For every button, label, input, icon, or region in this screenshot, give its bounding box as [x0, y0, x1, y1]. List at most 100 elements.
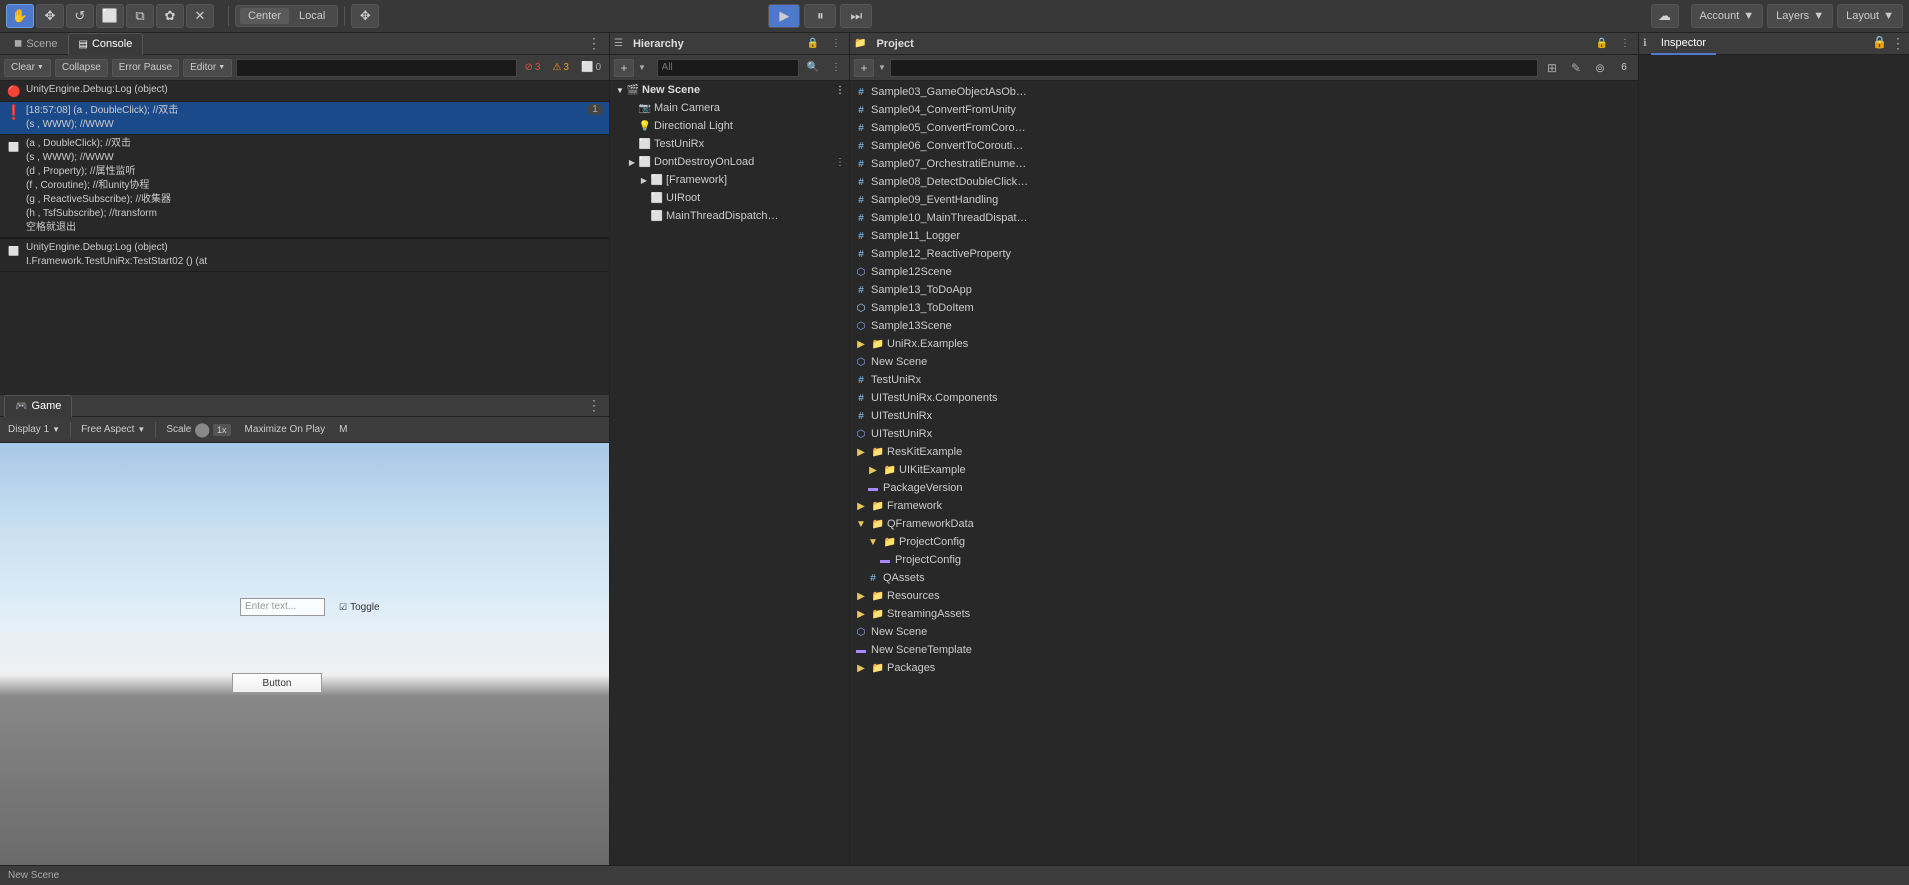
- game-ui-input[interactable]: Enter text...: [240, 598, 325, 616]
- dontdestroy-more[interactable]: ⋮: [835, 157, 845, 168]
- proj-item-packages[interactable]: ▶ 📁 Packages: [850, 659, 1638, 677]
- proj-item-qassets[interactable]: # QAssets: [850, 569, 1638, 587]
- proj-item-uitestuniRxComp[interactable]: # UITestUniRx.Components: [850, 389, 1638, 407]
- display-selector[interactable]: Display 1 ▼: [4, 422, 64, 437]
- tree-item-testuniRx[interactable]: ⬜ TestUniRx: [610, 135, 849, 153]
- scale-tool[interactable]: ⬜: [96, 4, 124, 28]
- rotate-tool[interactable]: ↺: [66, 4, 94, 28]
- layout-dropdown[interactable]: Layout ▼: [1837, 4, 1903, 28]
- proj-item-newscene2[interactable]: ⬡ New Scene: [850, 623, 1638, 641]
- hand-tool[interactable]: ✋: [6, 4, 34, 28]
- tree-item-dirlight[interactable]: 💡 Directional Light: [610, 117, 849, 135]
- tree-item-dontdestroy[interactable]: ▶ ⬜ DontDestroyOnLoad ⋮: [610, 153, 849, 171]
- play-button[interactable]: ▶: [768, 4, 800, 28]
- proj-item-framework-folder[interactable]: ▶ 📁 Framework: [850, 497, 1638, 515]
- tree-item-newscene[interactable]: ▼ 🎬 New Scene ⋮: [610, 81, 849, 99]
- console-log-item-2[interactable]: ⬜ UnityEngine.Debug:Log (object) I.Frame…: [0, 239, 609, 272]
- proj-item-sample04[interactable]: # Sample04_ConvertFromUnity: [850, 101, 1638, 119]
- editor-button[interactable]: Editor: [183, 59, 232, 77]
- proj-item-projectconfig-so[interactable]: ▬ ProjectConfig: [850, 551, 1638, 569]
- clear-button[interactable]: Clear: [4, 59, 51, 77]
- center-btn[interactable]: Center: [240, 8, 289, 24]
- collapse-button[interactable]: Collapse: [55, 59, 108, 77]
- inspector-lock-icon[interactable]: 🔒: [1872, 35, 1887, 52]
- tab-game[interactable]: 🎮 Game: [4, 395, 72, 417]
- layers-dropdown[interactable]: Layers ▼: [1767, 4, 1833, 28]
- project-search-input[interactable]: [890, 59, 1538, 77]
- proj-item-uitestuniRx-scene[interactable]: ⬡ UITestUniRx: [850, 425, 1638, 443]
- project-add-btn[interactable]: +: [854, 59, 874, 77]
- custom-tool[interactable]: ✕: [186, 4, 214, 28]
- proj-item-sample07[interactable]: # Sample07_OrchestratiEnume…: [850, 155, 1638, 173]
- proj-item-reskitex[interactable]: ▶ 📁 ResKitExample: [850, 443, 1638, 461]
- console-log-item[interactable]: ⬜ (a , DoubleClick); //双击 (s , WWW); //W…: [0, 135, 609, 238]
- proj-item-sample09[interactable]: # Sample09_EventHandling: [850, 191, 1638, 209]
- proj-item-projectconfig-folder[interactable]: ▼ 📁 ProjectConfig: [850, 533, 1638, 551]
- proj-icon-1[interactable]: ⊞: [1542, 59, 1562, 77]
- hierarchy-search-input[interactable]: [657, 59, 799, 77]
- hier-search-icon[interactable]: 🔍: [803, 62, 823, 73]
- proj-item-sample06[interactable]: # Sample06_ConvertToCorouti…: [850, 137, 1638, 155]
- proj-item-sample03[interactable]: # Sample03_GameObjectAsOb…: [850, 83, 1638, 101]
- error-pause-button[interactable]: Error Pause: [112, 59, 179, 77]
- tab-inspector[interactable]: Inspector: [1651, 33, 1716, 55]
- proj-item-newscenetemplate[interactable]: ▬ New SceneTemplate: [850, 641, 1638, 659]
- proj-item-resources[interactable]: ▶ 📁 Resources: [850, 587, 1638, 605]
- proj-item-sample13scene[interactable]: ⬡ Sample13Scene: [850, 317, 1638, 335]
- proj-item-sample05[interactable]: # Sample05_ConvertFromCoro…: [850, 119, 1638, 137]
- console-item-selected[interactable]: ❗ [18:57:08] (a , DoubleClick); //双击 (s …: [0, 102, 609, 135]
- console-item[interactable]: 🔴 UnityEngine.Debug:Log (object): [0, 81, 609, 102]
- proj-item-sample13todo[interactable]: # Sample13_ToDoApp: [850, 281, 1638, 299]
- rect-tool[interactable]: ⧉: [126, 4, 154, 28]
- tree-item-mainthreaddispatch[interactable]: ⬜ MainThreadDispatch…: [610, 207, 849, 225]
- proj-item-uikitex[interactable]: ▶ 📁 UIKitExample: [850, 461, 1638, 479]
- game-tabs-more[interactable]: ⋮: [583, 397, 605, 414]
- tree-item-uiroot[interactable]: ⬜ UIRoot: [610, 189, 849, 207]
- custom-tool-2[interactable]: ✥: [351, 4, 379, 28]
- local-btn[interactable]: Local: [291, 8, 333, 24]
- mute-btn[interactable]: M: [335, 422, 351, 437]
- game-ui-toggle[interactable]: ☑ Toggle: [335, 598, 400, 616]
- proj-item-testuniRx-proj[interactable]: # TestUniRx: [850, 371, 1638, 389]
- proj-item-unirxex[interactable]: ▶ 📁 UniRx.Examples: [850, 335, 1638, 353]
- proj-icon-3[interactable]: ⊚: [1590, 59, 1610, 77]
- proj-icon-2[interactable]: ✎: [1566, 59, 1586, 77]
- project-more-btn[interactable]: ⋮: [1616, 38, 1634, 49]
- proj-item-sample11[interactable]: # Sample11_Logger: [850, 227, 1638, 245]
- aspect-selector[interactable]: Free Aspect ▼: [77, 422, 149, 437]
- proj-item-uitestuniRx-script[interactable]: # UITestUniRx: [850, 407, 1638, 425]
- hierarchy-add-btn[interactable]: +: [614, 59, 634, 77]
- scene-more-btn[interactable]: ⋮: [835, 85, 845, 96]
- proj-item-newscene1[interactable]: ⬡ New Scene: [850, 353, 1638, 371]
- hierarchy-lock-btn[interactable]: 🔒: [803, 38, 823, 49]
- tree-item-framework[interactable]: ▶ ⬜ [Framework]: [610, 171, 849, 189]
- hierarchy-more-btn[interactable]: ⋮: [827, 38, 845, 49]
- maximize-btn[interactable]: Maximize On Play: [241, 422, 330, 437]
- hier-add-arrow[interactable]: ▼: [638, 63, 646, 72]
- proj-item-sample12scene[interactable]: ⬡ Sample12Scene: [850, 263, 1638, 281]
- tree-item-maincamera[interactable]: 📷 Main Camera: [610, 99, 849, 117]
- proj-item-streamingassets[interactable]: ▶ 📁 StreamingAssets: [850, 605, 1638, 623]
- proj-item-sample08[interactable]: # Sample08_DetectDoubleClick…: [850, 173, 1638, 191]
- transform-tool[interactable]: ✿: [156, 4, 184, 28]
- tab-scene[interactable]: ◼ Scene: [4, 33, 68, 55]
- game-ui-button[interactable]: Button: [232, 673, 322, 693]
- console-search-input[interactable]: [236, 59, 516, 77]
- proj-item-sample10[interactable]: # Sample10_MainThreadDispat…: [850, 209, 1638, 227]
- move-tool[interactable]: ✥: [36, 4, 64, 28]
- cloud-button[interactable]: ☁: [1651, 4, 1679, 28]
- scale-slider-icon[interactable]: ⬤: [194, 421, 210, 438]
- proj-icon-4[interactable]: 6: [1614, 59, 1634, 77]
- proj-item-sample12reac[interactable]: # Sample12_ReactiveProperty: [850, 245, 1638, 263]
- proj-item-sample13todoitem[interactable]: ⬡ Sample13_ToDoItem: [850, 299, 1638, 317]
- inspector-more-icon[interactable]: ⋮: [1891, 35, 1905, 52]
- proj-item-packageversion[interactable]: ▬ PackageVersion: [850, 479, 1638, 497]
- proj-add-arrow[interactable]: ▼: [878, 63, 886, 72]
- console-tabs-more[interactable]: ⋮: [583, 35, 605, 52]
- account-dropdown[interactable]: Account ▼: [1691, 4, 1764, 28]
- proj-item-qframeworkdata[interactable]: ▼ 📁 QFrameworkData: [850, 515, 1638, 533]
- pause-button[interactable]: ⏸: [804, 4, 836, 28]
- project-lock-btn[interactable]: 🔒: [1592, 38, 1612, 49]
- step-button[interactable]: ⏭: [840, 4, 872, 28]
- hier-more-btn[interactable]: ⋮: [827, 62, 845, 73]
